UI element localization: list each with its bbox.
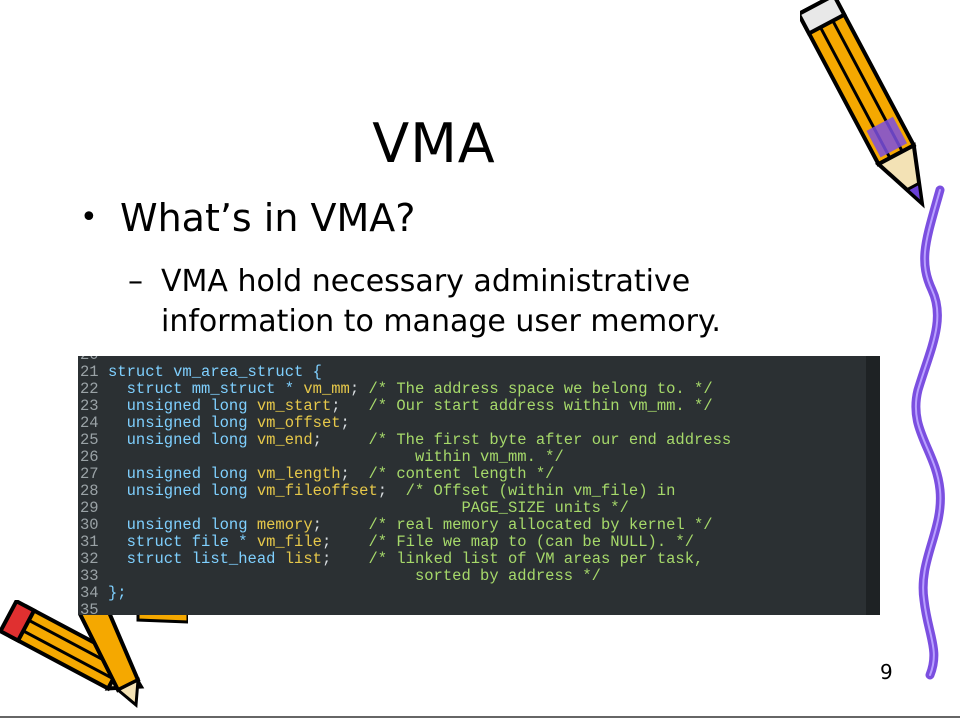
line-number: 30	[80, 516, 99, 534]
line-number: 32	[80, 550, 99, 568]
code-token: /* real memory allocated by kernel */	[368, 516, 713, 534]
line-number: 31	[80, 533, 99, 551]
pencil-icon	[78, 608, 188, 709]
line-number: 21	[80, 363, 99, 381]
code-line: 35	[78, 601, 866, 616]
code-token: unsigned long	[108, 431, 257, 449]
code-line: 32 struct list_head list; /* linked list…	[78, 551, 866, 568]
code-token: vm_fileoffset	[256, 482, 378, 500]
code-line: 24 unsigned long vm_offset;	[78, 415, 866, 432]
page-number: 9	[880, 660, 893, 684]
code-token: vm_start	[256, 397, 332, 415]
line-number: 29	[80, 499, 99, 517]
sub-bullet-item: – VMA hold necessary administrative info…	[128, 262, 828, 342]
code-line: 31 struct file * vm_file; /* File we map…	[78, 534, 866, 551]
slide: VMA • What’s in VMA? – VMA hold necessary…	[0, 0, 960, 720]
line-number: 25	[80, 431, 99, 449]
code-token: struct vm_area_struct {	[108, 363, 322, 381]
code-token: ;	[321, 533, 369, 551]
code-token: ;	[312, 516, 369, 534]
code-line: 22 struct mm_struct * vm_mm; /* The addr…	[78, 381, 866, 398]
code-token: /* Our start address within vm_mm. */	[368, 397, 713, 415]
line-number: 26	[80, 448, 99, 466]
code-token: /* The first byte after our end address	[368, 431, 732, 449]
code-line: 30 unsigned long memory; /* real memory …	[78, 517, 866, 534]
code-token: unsigned long	[108, 482, 257, 500]
code-token: within vm_mm. */	[108, 448, 564, 466]
code-token: unsigned long	[108, 414, 257, 432]
slide-title: VMA	[372, 112, 496, 175]
code-token: /* linked list of VM areas per task,	[368, 550, 704, 568]
line-number: 35	[80, 601, 99, 616]
code-token: ;	[321, 550, 369, 568]
code-token: vm_end	[256, 431, 313, 449]
code-token: /* File we map to (can be NULL). */	[368, 533, 695, 551]
code-token: /* The address space we belong to. */	[368, 380, 713, 398]
line-number: 28	[80, 482, 99, 500]
code-token: ;	[340, 465, 369, 483]
code-token: vm_file	[256, 533, 322, 551]
code-token: };	[108, 584, 127, 602]
code-token: PAGE_SIZE units */	[108, 499, 629, 517]
code-token: unsigned long	[108, 397, 257, 415]
code-block: 2021struct vm_area_struct {22 struct mm_…	[78, 356, 880, 615]
code-token: ;	[349, 380, 369, 398]
code-lines: 2021struct vm_area_struct {22 struct mm_…	[78, 356, 866, 615]
code-line: 34};	[78, 585, 866, 602]
code-line: 28 unsigned long vm_fileoffset; /* Offse…	[78, 483, 866, 500]
line-number: 34	[80, 584, 99, 602]
ribbon-squiggle-icon	[911, 185, 945, 680]
code-token: /* Offset (within vm_file) in	[405, 482, 676, 500]
code-token: sorted by address */	[108, 567, 601, 585]
code-token: list	[284, 550, 322, 568]
bullet-marker: •	[80, 200, 98, 235]
line-number: 23	[80, 397, 99, 415]
code-token: vm_length	[256, 465, 341, 483]
code-token: struct mm_struct *	[108, 380, 304, 398]
line-number: 24	[80, 414, 99, 432]
code-line: 26 within vm_mm. */	[78, 449, 866, 466]
code-token: ;	[340, 414, 350, 432]
code-line: 27 unsigned long vm_length; /* content l…	[78, 466, 866, 483]
line-number: 22	[80, 380, 99, 398]
code-token: ;	[331, 397, 369, 415]
line-number: 33	[80, 567, 99, 585]
code-token: /* content length */	[368, 465, 555, 483]
bullet-text: What’s in VMA?	[120, 196, 416, 240]
code-line: 33 sorted by address */	[78, 568, 866, 585]
code-line: 23 unsigned long vm_start; /* Our start …	[78, 398, 866, 415]
code-line: 29 PAGE_SIZE units */	[78, 500, 866, 517]
bullet-item: • What’s in VMA?	[80, 196, 415, 240]
code-token: ;	[312, 431, 369, 449]
code-token: memory	[256, 516, 313, 534]
code-line: 25 unsigned long vm_end; /* The first by…	[78, 432, 866, 449]
line-number: 27	[80, 465, 99, 483]
code-token: unsigned long	[108, 465, 257, 483]
code-token: vm_offset	[256, 414, 341, 432]
sub-bullet-text: VMA hold necessary administrative inform…	[161, 264, 721, 339]
bottom-rule	[0, 716, 960, 718]
code-token: ;	[377, 482, 406, 500]
code-token: struct file *	[108, 533, 257, 551]
sub-bullet-marker: –	[128, 264, 143, 299]
code-token: struct list_head	[108, 550, 285, 568]
code-token: unsigned long	[108, 516, 257, 534]
code-token: vm_mm	[303, 380, 350, 398]
code-line: 21 struct vm_area_struct {	[78, 364, 866, 381]
